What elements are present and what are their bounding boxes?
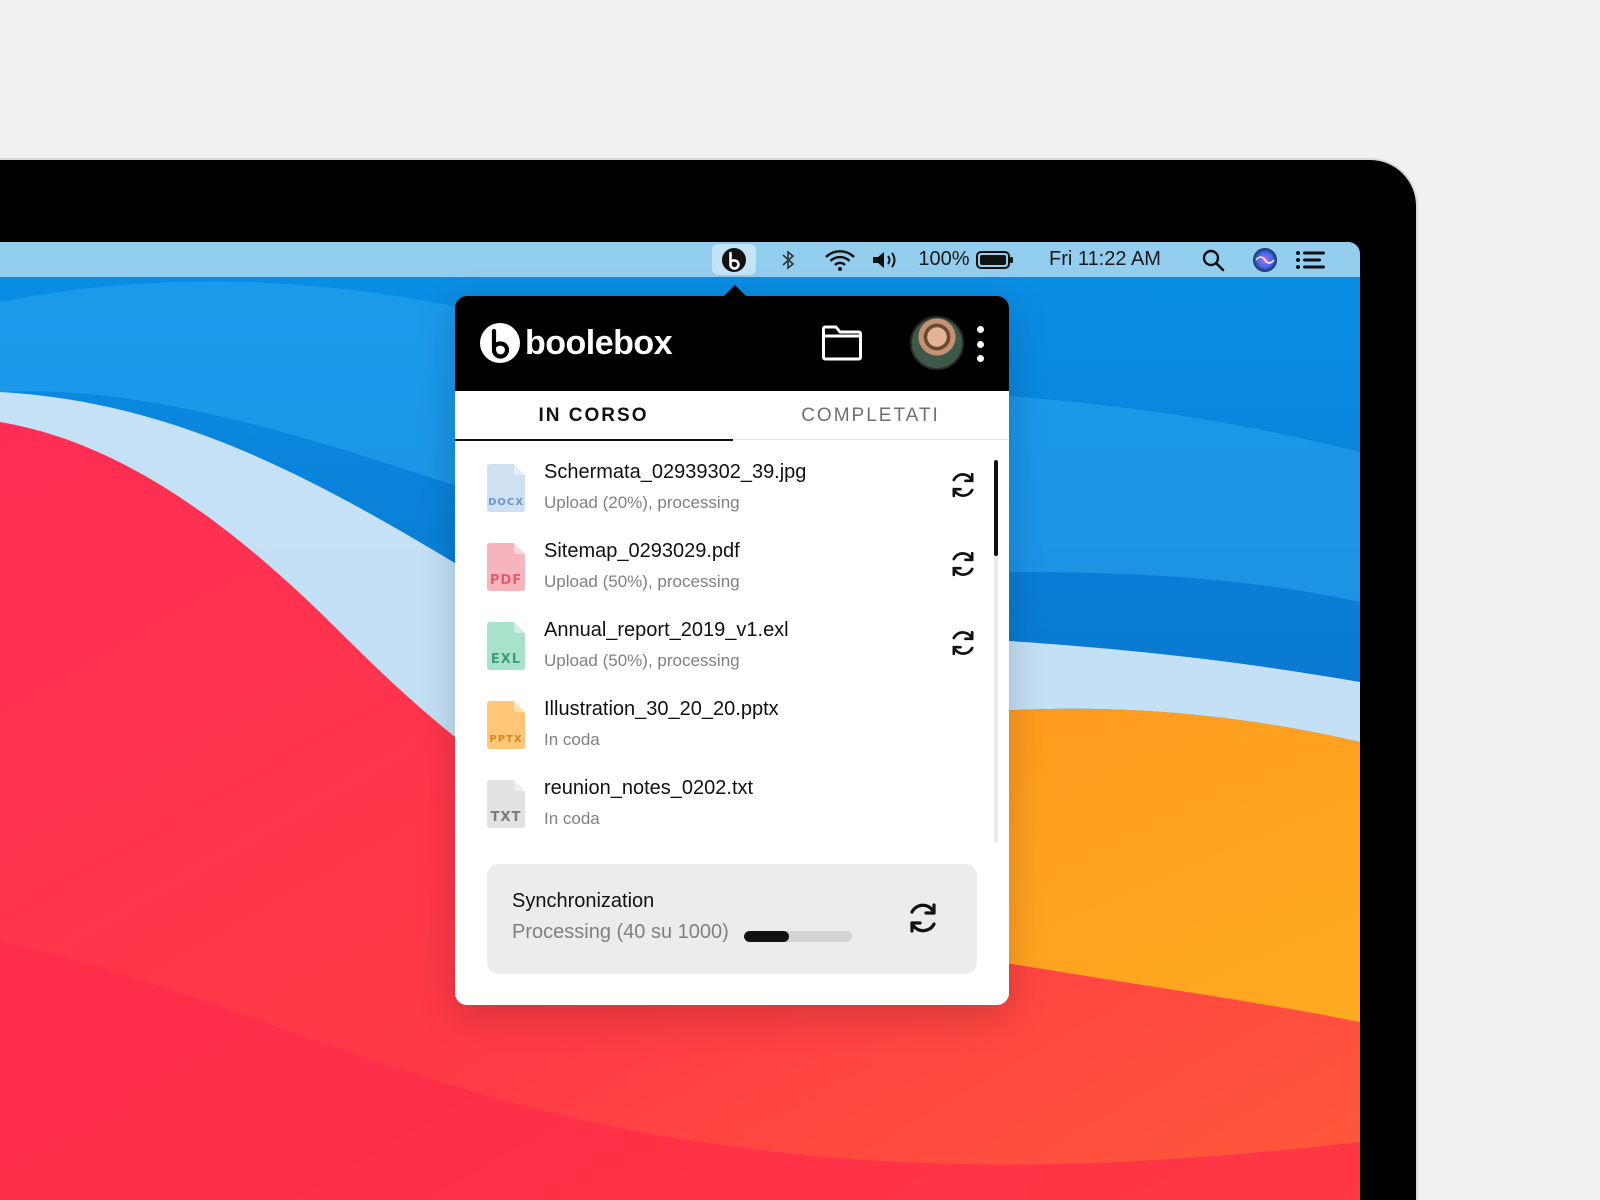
file-type-label: PDF <box>490 573 522 588</box>
file-name: Annual_report_2019_v1.exl <box>544 619 789 641</box>
file-row[interactable]: PPTX Illustration_30_20_20.pptx In coda <box>455 689 985 768</box>
siri-icon <box>1253 247 1277 272</box>
file-row[interactable]: TXT reunion_notes_0202.txt In coda <box>455 768 985 847</box>
file-row[interactable]: PDF Sitemap_0293029.pdf Upload (50%), proc… <box>455 531 985 610</box>
file-status: Upload (20%), processing <box>544 493 740 512</box>
spotlight-search-icon <box>1202 249 1225 271</box>
more-dot-icon <box>976 355 984 362</box>
volume-icon <box>873 251 896 268</box>
file-list: DOCX Schermata_02939302_39.jpg Upload (20%… <box>455 452 1009 848</box>
battery-percent: 100% <box>918 242 970 277</box>
spotlight-button[interactable] <box>1198 242 1228 277</box>
file-type-label: PPTX <box>489 734 522 745</box>
clock-text: Fri 11:22 AM <box>1049 248 1161 270</box>
file-status: In coda <box>544 730 600 749</box>
more-dot-icon <box>976 340 984 348</box>
sync-title: Synchronization <box>512 890 655 912</box>
file-type-icon: PPTX <box>487 701 525 749</box>
sync-button[interactable] <box>905 900 941 936</box>
open-folder-button[interactable] <box>821 324 863 362</box>
sync-icon <box>952 551 974 577</box>
bluetooth-status[interactable] <box>774 242 802 277</box>
tab-completati[interactable]: COMPLETATI <box>732 391 1009 440</box>
file-name: reunion_notes_0202.txt <box>544 777 754 799</box>
boolebox-popover: boolebox IN CORSO COMPLETATI DOCX Scherma… <box>455 296 1009 1005</box>
file-sync-button[interactable] <box>948 628 978 658</box>
more-dot-icon <box>976 326 984 333</box>
volume-status[interactable] <box>868 242 904 277</box>
user-avatar[interactable] <box>910 316 964 370</box>
boolebox-logo-icon <box>480 323 520 363</box>
file-type-label: TXT <box>491 810 522 825</box>
wifi-icon <box>825 249 855 271</box>
menu-bar: 100% Fri 11:22 AM <box>0 242 1360 277</box>
file-sync-button[interactable] <box>948 549 978 579</box>
battery-percent-text: 100% <box>918 248 970 270</box>
file-type-label: EXL <box>491 652 521 667</box>
sync-status: Processing (40 su 1000) <box>512 921 729 943</box>
wifi-status[interactable] <box>822 242 858 277</box>
file-type-icon: DOCX <box>487 464 525 512</box>
bluetooth-icon <box>782 249 795 270</box>
sync-progress-fill <box>744 931 790 942</box>
boolebox-logo: boolebox <box>479 320 673 366</box>
control-center-button[interactable] <box>1294 242 1328 277</box>
more-options-button[interactable] <box>973 326 987 362</box>
scrollbar-thumb[interactable] <box>994 460 998 556</box>
tab-bar: IN CORSO COMPLETATI <box>455 391 1009 441</box>
battery-icon <box>976 250 1013 269</box>
siri-button[interactable] <box>1250 242 1280 277</box>
file-name: Sitemap_0293029.pdf <box>544 540 740 562</box>
battery-status[interactable] <box>975 242 1015 277</box>
boolebox-icon <box>722 247 746 272</box>
popover-header: boolebox <box>455 296 1009 391</box>
sync-icon <box>952 472 974 498</box>
file-row[interactable]: DOCX Schermata_02939302_39.jpg Upload (20%… <box>455 452 985 531</box>
tab-in-corso[interactable]: IN CORSO <box>455 391 733 441</box>
folder-icon <box>822 325 862 361</box>
file-status: In coda <box>544 809 600 828</box>
sync-card: Synchronization Processing (40 su 1000) <box>487 864 977 974</box>
file-type-icon: PDF <box>487 543 525 591</box>
sync-icon <box>910 903 936 933</box>
file-type-label: DOCX <box>488 497 524 508</box>
control-center-icon <box>1296 250 1325 269</box>
file-type-icon: EXL <box>487 622 525 670</box>
boolebox-menu-extra[interactable] <box>712 244 756 275</box>
sync-progress-bar <box>744 931 852 942</box>
file-name: Schermata_02939302_39.jpg <box>544 461 807 483</box>
menu-clock[interactable]: Fri 11:22 AM <box>1040 242 1170 277</box>
file-row[interactable]: EXL Annual_report_2019_v1.exl Upload (50%)… <box>455 610 985 689</box>
brand-name: boolebox <box>525 323 673 362</box>
file-status: Upload (50%), processing <box>544 572 740 591</box>
sync-icon <box>952 630 974 656</box>
file-status: Upload (50%), processing <box>544 651 740 670</box>
file-name: Illustration_30_20_20.pptx <box>544 698 779 720</box>
file-sync-button[interactable] <box>948 470 978 500</box>
file-type-icon: TXT <box>487 780 525 828</box>
